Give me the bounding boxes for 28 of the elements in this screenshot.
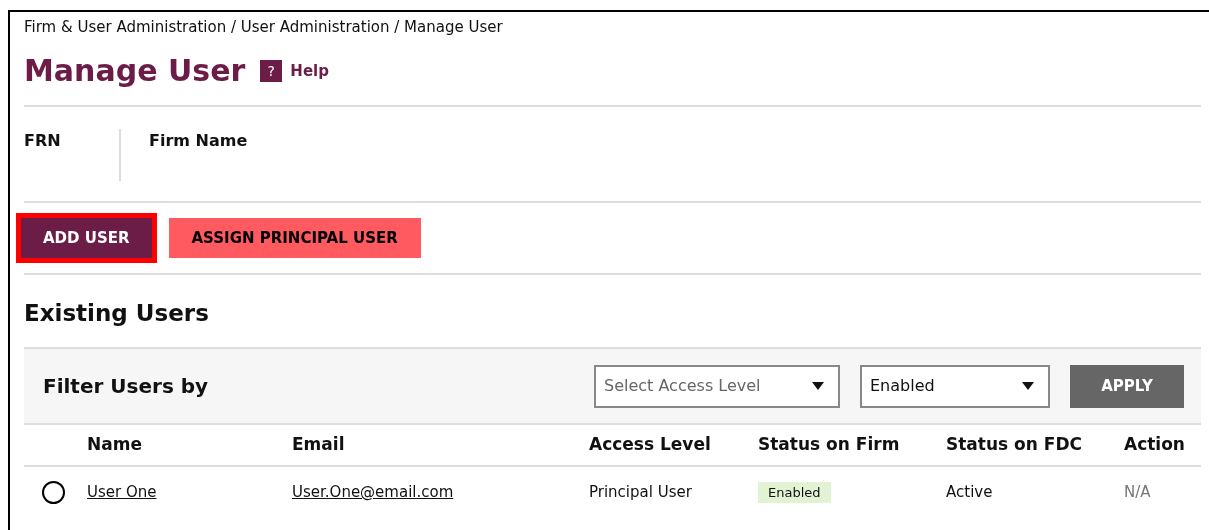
column-header: Access Level [589,434,711,455]
column-header: Action [1124,434,1185,455]
section-title: Existing Users [24,299,210,327]
column-header: Name [87,434,142,455]
email-link[interactable]: User.One@email.com [292,482,454,501]
caret-icon [1022,382,1034,390]
user-name-link[interactable]: User One [87,482,157,501]
apply-button[interactable]: APPLY [1070,364,1184,408]
dropdown-select[interactable]: Enabled [860,364,1050,408]
action-button[interactable]: ADD USER [21,218,152,258]
field-label: FRN [24,131,61,150]
dropdown-select[interactable]: Select Access Level [594,364,840,408]
breadcrumb: Firm & User Administration / User Administration / Manage User [24,17,504,37]
page-title: Manage User [24,53,246,89]
field-label: Firm Name [149,131,248,150]
help-link[interactable]: Help [290,59,329,83]
table-cell: Active [946,482,993,501]
table-cell: Principal User [589,482,692,501]
help-icon[interactable]: ? [260,60,283,82]
column-header: Email [292,434,345,455]
radio-button[interactable] [42,480,65,504]
filter-label: Filter Users by [43,373,210,400]
caret-icon [812,382,824,390]
column-header: Status on Firm [758,434,900,455]
action-button[interactable]: ASSIGN PRINCIPAL USER [168,218,421,258]
table-cell: N/A [1124,482,1151,501]
column-header: Status on FDC [946,434,1082,455]
status-tag: Enabled [758,481,831,503]
